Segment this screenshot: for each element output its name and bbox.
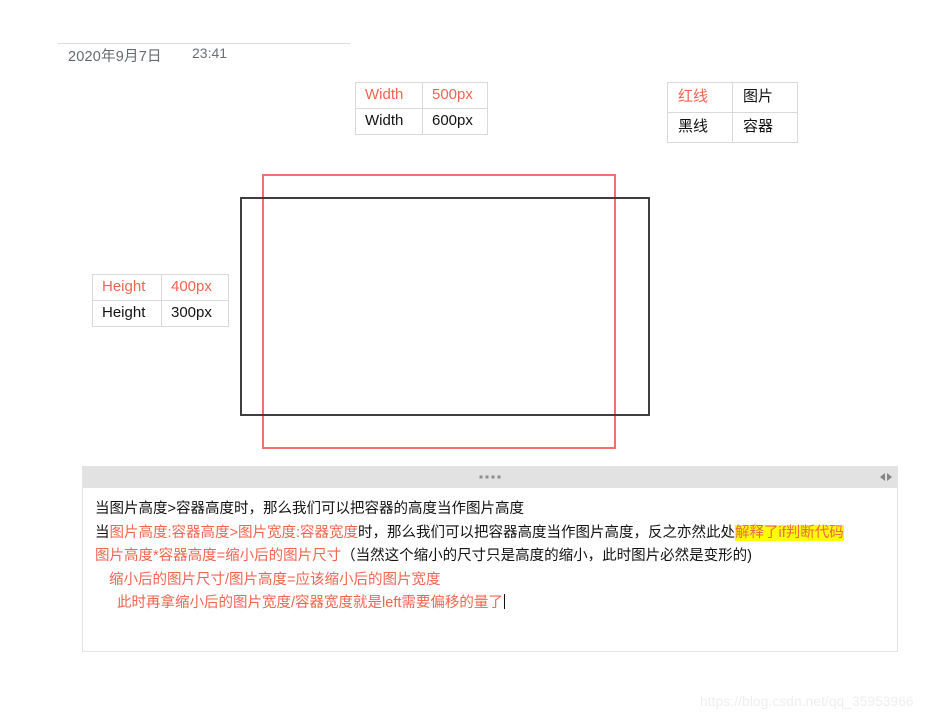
legend-value-container: 容器 [732, 112, 798, 143]
height-value-container: 300px [161, 300, 229, 327]
note-line-3: 图片高度*容器高度=缩小后的图片尺寸（当然这个缩小的尺寸只是高度的缩小，此时图片… [95, 545, 885, 569]
note-text-area[interactable]: 当图片高度>容器高度时，那么我们可以把容器的高度当作图片高度 当图片高度:容器高… [83, 488, 897, 616]
note-line-2: 当图片高度:容器高度>图片宽度:容器宽度时，那么我们可以把容器高度当作图片高度，… [95, 522, 885, 546]
note-panel-header[interactable] [83, 467, 897, 488]
width-label-container: Width [355, 108, 423, 135]
header-date: 2020年9月7日 [68, 49, 162, 65]
table-row: Width 600px [355, 108, 488, 135]
height-table: Height 400px Height 300px [92, 274, 229, 327]
note-line-2-seg-3: 时，那么我们可以把容器高度当作图片高度，反之亦然此处 [358, 524, 736, 541]
width-value-image: 500px [422, 82, 488, 109]
table-row: 黑线 容器 [667, 112, 798, 143]
height-value-image: 400px [161, 274, 229, 301]
note-line-2-seg-2: 图片高度:容器高度>图片宽度:容器宽度 [109, 524, 359, 541]
header-divider [58, 43, 350, 44]
container-rectangle [240, 197, 650, 416]
height-label-image: Height [92, 274, 162, 301]
height-label-container: Height [92, 300, 162, 327]
width-label-image: Width [355, 82, 423, 109]
note-line-5: 此时再拿缩小后的图片宽度/容器宽度就是left需要偏移的量了 [95, 592, 885, 616]
note-line-3-seg-1: 图片高度*容器高度=缩小后的图片尺寸 [95, 548, 342, 564]
panel-resize-arrows[interactable] [880, 473, 892, 481]
note-panel: 当图片高度>容器高度时，那么我们可以把容器的高度当作图片高度 当图片高度:容器高… [82, 466, 898, 652]
note-line-4: 缩小后的图片尺寸/图片高度=应该缩小后的图片宽度 [95, 569, 885, 593]
header-time: 23:41 [192, 45, 228, 61]
watermark: https://blog.csdn.net/qq_35953966 [700, 694, 914, 709]
width-table: Width 500px Width 600px [355, 82, 488, 135]
arrow-left-icon[interactable] [880, 473, 885, 481]
note-line-3-seg-2: （当然这个缩小的尺寸只是高度的缩小，此时图片必然是变形的) [341, 548, 752, 564]
table-row: Width 500px [355, 82, 488, 109]
note-line-2-seg-1: 当 [95, 524, 110, 541]
legend-label-black-line: 黑线 [667, 112, 733, 143]
legend-label-red-line: 红线 [667, 82, 733, 113]
table-row: Height 300px [92, 300, 229, 327]
arrow-right-icon[interactable] [887, 473, 892, 481]
note-line-2-highlight: 解释了if判断代码 [735, 524, 844, 541]
note-line-5-seg-1: 此时再拿缩小后的图片宽度/容器宽度就是left需要偏移的量了 [117, 595, 503, 611]
legend-table: 红线 图片 黑线 容器 [667, 82, 798, 143]
note-line-1: 当图片高度>容器高度时，那么我们可以把容器的高度当作图片高度 [95, 498, 885, 522]
width-value-container: 600px [422, 108, 488, 135]
text-cursor [503, 594, 505, 609]
table-row: Height 400px [92, 274, 229, 301]
note-line-1-seg-1: 当图片高度>容器高度时，那么我们可以把容器的高度当作图片高度 [95, 501, 524, 517]
page-canvas: 2020年9月7日 23:41 Width 500px Width 600px … [0, 0, 946, 726]
table-row: 红线 图片 [667, 82, 798, 113]
drag-handle-icon[interactable] [479, 475, 501, 479]
legend-value-image: 图片 [732, 82, 798, 113]
note-line-4-seg-1: 缩小后的图片尺寸/图片高度=应该缩小后的图片宽度 [109, 571, 441, 588]
